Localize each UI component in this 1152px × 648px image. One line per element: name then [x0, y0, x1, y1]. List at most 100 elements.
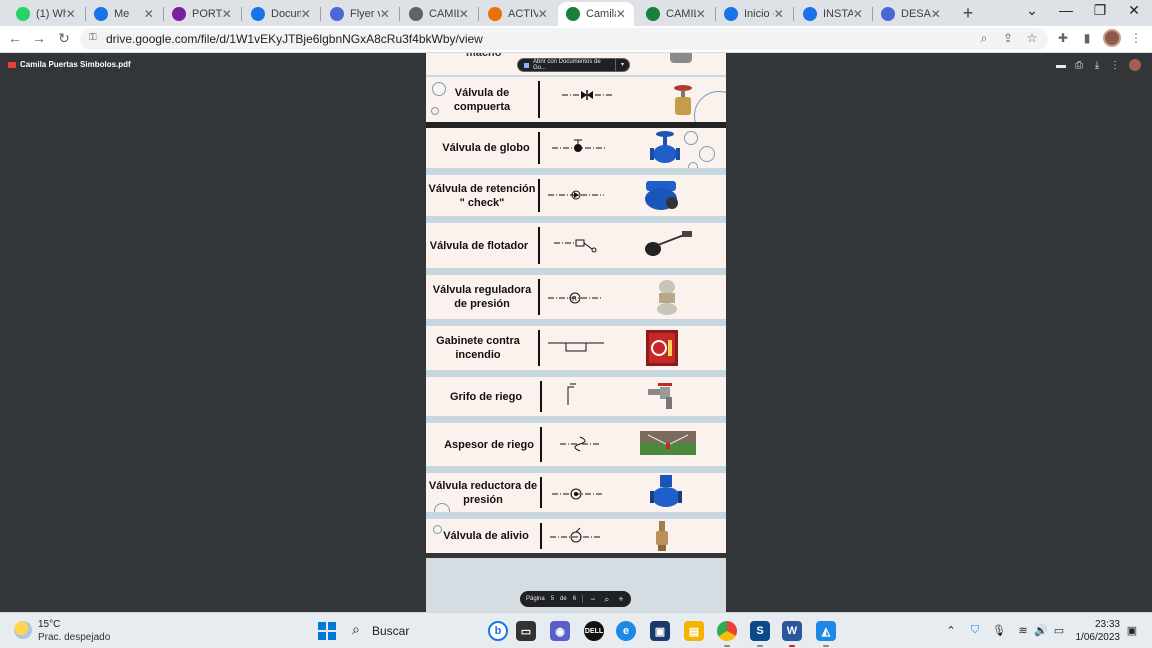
dell-icon[interactable]: DELL: [584, 621, 604, 641]
download-icon[interactable]: ⤓: [1091, 60, 1103, 71]
symbol-row: Válvula reguladora de presión R: [426, 275, 726, 319]
new-tab-icon[interactable]: +: [958, 3, 978, 24]
browser-tab[interactable]: (1) Wha✕: [8, 2, 84, 26]
defender-icon[interactable]: ⛉: [968, 624, 982, 637]
site-info-icon[interactable]: ⚿: [89, 32, 97, 43]
column-divider: [540, 381, 542, 412]
word-icon[interactable]: W: [782, 621, 802, 641]
app-icon[interactable]: S: [750, 621, 770, 641]
battery-icon[interactable]: ▭: [1052, 624, 1066, 637]
side-panel-icon[interactable]: ▮: [1079, 31, 1095, 45]
flyer-icon: [330, 7, 344, 21]
close-tab-icon[interactable]: ✕: [696, 7, 706, 21]
profile-avatar[interactable]: [1103, 29, 1121, 47]
microphone-icon[interactable]: 🎙: [992, 624, 1006, 637]
browser-tab[interactable]: Flyer ve✕: [322, 2, 398, 26]
wifi-icon[interactable]: ≋: [1016, 624, 1030, 637]
browser-tab[interactable]: Inicio - ✕: [716, 2, 792, 26]
clock-time[interactable]: 23:33: [1078, 619, 1120, 630]
teams-chat-icon[interactable]: ◉: [550, 621, 570, 641]
drive-icon: [646, 7, 660, 21]
address-bar[interactable]: ⚿ drive.google.com/file/d/1W1vEKyJTBje6l…: [80, 28, 1048, 50]
chevron-up-icon[interactable]: ⌃: [944, 624, 958, 637]
tab-search-icon[interactable]: ⌄: [1022, 2, 1042, 19]
irrigation-tap-symbol: [567, 383, 576, 405]
close-tab-icon[interactable]: ✕: [616, 7, 626, 21]
reload-icon[interactable]: ↻: [55, 30, 73, 47]
canva-icon: [724, 7, 738, 21]
browser-tab[interactable]: CAMILA✕: [638, 2, 714, 26]
browser-tab[interactable]: Docum✕: [243, 2, 319, 26]
open-with-button[interactable]: Abrir con Documentos de Go... ▾: [517, 58, 630, 72]
bing-icon[interactable]: b: [488, 621, 508, 641]
weather-icon[interactable]: [14, 621, 32, 639]
column-divider: [538, 330, 540, 366]
search-icon[interactable]: ⌕: [352, 621, 360, 638]
add-to-drive-icon[interactable]: ▬: [1055, 60, 1067, 71]
float-valve-symbol: [554, 239, 597, 253]
more-actions-icon[interactable]: ⋮: [1109, 60, 1121, 71]
volume-icon[interactable]: 🔊: [1034, 624, 1048, 637]
column-divider: [540, 523, 542, 549]
current-page[interactable]: 5: [551, 596, 554, 602]
close-tab-icon[interactable]: ✕: [853, 7, 863, 21]
row-separator: [426, 466, 726, 473]
close-tab-icon[interactable]: ✕: [538, 7, 548, 21]
svg-text:R: R: [572, 295, 577, 303]
zoom-in-button[interactable]: +: [617, 594, 625, 604]
store-icon[interactable]: ▣: [650, 621, 670, 641]
tab-label: PORTAF: [192, 8, 222, 20]
browser-tab[interactable]: DESAGU✕: [873, 2, 949, 26]
close-tab-icon[interactable]: ✕: [222, 7, 232, 21]
zoom-icon: ⌕: [604, 593, 610, 604]
notifications-icon[interactable]: ▣: [1125, 624, 1139, 637]
close-tab-icon[interactable]: ✕: [380, 7, 390, 21]
taskbar-search[interactable]: Buscar: [372, 624, 409, 638]
close-tab-icon[interactable]: ✕: [144, 7, 154, 21]
pressure-reducer-symbol: [552, 488, 604, 500]
back-arrow-icon[interactable]: ←: [6, 30, 24, 46]
start-button[interactable]: [318, 622, 336, 640]
chrome-icon[interactable]: [717, 621, 737, 641]
row-name-partial: macho: [466, 53, 502, 59]
share-icon[interactable]: ⇪: [1000, 31, 1016, 45]
forward-arrow-icon[interactable]: →: [30, 30, 48, 46]
close-tab-icon[interactable]: ✕: [66, 7, 76, 21]
zoom-icon[interactable]: ⌕: [976, 31, 992, 46]
menu-kebab-icon[interactable]: ⋮: [1128, 31, 1144, 45]
chevron-down-icon[interactable]: ▾: [615, 59, 629, 71]
restore-icon[interactable]: ❐: [1090, 2, 1110, 19]
zoom-out-button[interactable]: −: [589, 594, 597, 604]
clock-date[interactable]: 1/06/2023: [1068, 632, 1121, 643]
row-name: Válvula de globo: [442, 142, 530, 154]
browser-tab[interactable]: Me ✕: [86, 2, 162, 26]
browser-tab[interactable]: ACTIVIE✕: [480, 2, 556, 26]
running-indicator: [789, 645, 795, 647]
browser-tab[interactable]: PORTAF✕: [164, 2, 240, 26]
close-window-icon[interactable]: ✕: [1124, 2, 1144, 19]
decor-circle: [699, 146, 715, 162]
close-tab-icon[interactable]: ✕: [459, 7, 469, 21]
photos-icon[interactable]: ◭: [816, 621, 836, 641]
file-explorer-icon[interactable]: ▤: [684, 621, 704, 641]
close-tab-icon[interactable]: ✕: [301, 7, 311, 21]
url-text: drive.google.com/file/d/1W1vEKyJTBje6lgb…: [106, 32, 483, 46]
account-avatar[interactable]: [1129, 59, 1141, 71]
browser-tab[interactable]: Camila✕: [558, 2, 634, 26]
fire-cabinet-photo: [646, 330, 678, 366]
extensions-icon[interactable]: ✚: [1055, 31, 1071, 45]
canva-icon: [803, 7, 817, 21]
browser-tab[interactable]: CAMILA✕: [401, 2, 477, 26]
close-tab-icon[interactable]: ✕: [774, 7, 784, 21]
tab-label: Flyer ve: [350, 8, 380, 20]
row-name: Válvula de flotador: [429, 239, 529, 252]
decor-circle: [433, 525, 442, 534]
task-view-icon[interactable]: ▭: [516, 621, 536, 641]
edge-icon[interactable]: e: [616, 621, 636, 641]
close-tab-icon[interactable]: ✕: [931, 7, 941, 21]
minimize-icon[interactable]: —: [1056, 2, 1076, 18]
print-icon[interactable]: ⎙: [1073, 60, 1085, 71]
browser-tab[interactable]: INSTAL✕: [795, 2, 871, 26]
gate-valve-photo: [674, 85, 692, 115]
bookmark-star-icon[interactable]: ☆: [1024, 31, 1040, 45]
